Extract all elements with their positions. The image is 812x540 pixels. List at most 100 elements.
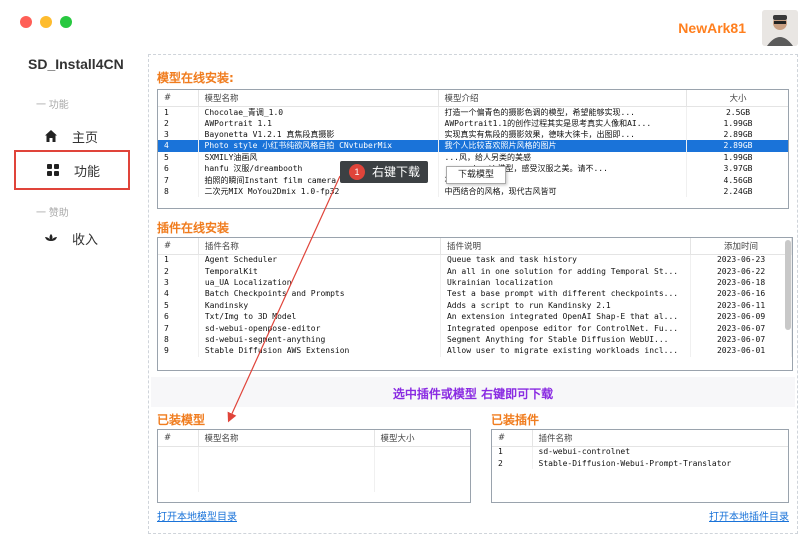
installed-plugins-title: 已装插件 [491,413,540,427]
table-cell: Adds a script to run Kandinsky 2.1 [440,299,692,311]
sidebar-item-label: 收入 [72,231,99,247]
table-row[interactable]: 2 Stable-Diffusion-Webui-Prompt-Translato… [492,457,788,469]
column-header[interactable]: 插件名称 [198,238,441,255]
table-row[interactable]: 1 Chocolae_青调_1.0 打造一个偏青色的摄影色调的模型，希望能够实现..… [158,106,788,118]
table-cell: 2023-06-07 [690,322,792,334]
plugin-online-rows: 1 Agent Scheduler Queue task and task hist… [158,254,792,357]
table-cell: 2.89GB [686,140,788,152]
table-cell: Kandinsky [198,299,441,311]
table-row[interactable]: 8 sd-webui-segment-anything Segment Anythi… [158,333,792,346]
table-cell: 1 [158,106,199,118]
table-cell: 1.99GB [686,117,788,129]
column-header[interactable]: 模型大小 [374,430,470,447]
main-panel: 模型在线安装: # 模型名称 模型介绍 大小 1 Chocolae_青调_1.0 打… [148,54,798,534]
model-online-table[interactable]: # 模型名称 模型介绍 大小 1 Chocolae_青调_1.0 打造一个偏青色的摄… [157,89,789,209]
download-model-menu-item[interactable]: 下载模型 [446,166,506,184]
table-cell: Stable-Diffusion-Webui-Prompt-Translator [532,457,788,469]
table-cell: 我个人比较喜欢照片风格的图片 [438,140,687,152]
table-cell: 5 [158,151,199,164]
close-window-button[interactable] [20,16,32,28]
column-header[interactable]: 插件名称 [532,430,788,447]
table-cell: 中西结合的风格，现代古风皆可 [438,185,687,198]
table-row[interactable]: 5 Kandinsky Adds a script to run Kandinsky… [158,299,792,311]
table-cell: 4.56GB [686,174,788,186]
table-row[interactable]: 9 Stable Diffusion AWS Extension Allow use… [158,345,792,357]
installed-plugins-table[interactable]: # 插件名称 1 sd-webui-controlnet 2 Stable-Diffu… [491,429,789,503]
table-cell: 4 [158,288,199,300]
table-cell: AWPortrait 1.1 [198,117,439,129]
table-cell: 2 [492,457,533,469]
table-cell: 2.89GB [686,128,788,141]
table-row[interactable]: 8 二次元MIX MoYou2Dmix 1.0-fp32 中西结合的风格，现代古风皆… [158,185,788,198]
column-header[interactable]: 插件说明 [440,238,692,255]
table-row[interactable]: 3 ua_UA Localization Ukrainian localizatio… [158,276,792,289]
column-header[interactable]: 模型名称 [198,90,439,107]
sidebar-item-features[interactable]: 功能 [14,150,130,190]
column-header[interactable]: # [158,90,199,107]
column-header[interactable]: # [158,430,199,447]
table-cell: Queue task and task history [440,254,692,266]
table-cell: 2 [158,117,199,129]
installed-models-title: 已装模型 [157,413,206,427]
table-row[interactable]: 5 SXMILY油画风 ...风，给人另类的美感 1.99GB [158,151,788,164]
avatar[interactable] [762,10,798,46]
table-cell: 2023-06-11 [690,299,792,311]
table-cell: An all in one solution for adding Tempor… [440,265,692,277]
window-controls [20,16,72,28]
table-row[interactable]: 2 AWPortrait 1.1 AWPortrait1.1的创作过程其实是思考真实… [158,117,788,129]
column-header[interactable]: # [492,430,533,447]
table-row[interactable]: 1 sd-webui-controlnet [492,446,788,458]
table-row[interactable]: 2 TemporalKit An all in one solution for a… [158,265,792,277]
sidebar-item-income[interactable]: 收入 [14,218,130,258]
table-cell: 1 [158,254,199,266]
table-cell: Chocolae_青调_1.0 [198,106,439,118]
table-row[interactable]: 4 Batch Checkpoints and Prompts Test a bas… [158,288,792,300]
installed-models-table[interactable]: # 模型名称 模型大小 [157,429,471,503]
column-header[interactable]: # [158,238,199,255]
maximize-window-button[interactable] [60,16,72,28]
table-cell: 2023-06-07 [690,333,792,346]
sidebar-section-features: 一 功能 [36,100,69,111]
table-cell: An extension integrated OpenAI Shap-E th… [440,310,692,323]
table-cell: Bayonetta V1.2.1 真焦段真摄影 [198,128,439,141]
table-cell: 6 [158,163,199,175]
table-cell: sd-webui-controlnet [532,446,788,458]
table-cell: 实现真实有焦段的摄影效果，德味大徕卡，出图即... [438,128,687,141]
table-row[interactable]: 7 sd-webui-openpose-editor Integrated open… [158,322,792,334]
table-cell: Batch Checkpoints and Prompts [198,288,441,300]
plugin-online-title: 插件在线安装 [157,221,230,235]
step-badge: 1 [349,164,365,180]
table-cell: 7 [158,322,199,334]
table-cell: 3 [158,128,199,141]
download-hint: 选中插件或模型 右键即可下载 [392,387,554,401]
table-cell: 9 [158,345,199,357]
table-cell: ua_UA Localization [198,276,441,289]
table-cell: 2 [158,265,199,277]
column-header[interactable]: 添加时间 [690,238,792,255]
table-row[interactable]: 1 Agent Scheduler Queue task and task hist… [158,254,792,266]
table-row[interactable]: 4 Photo style 小红书纯欲风格自拍 CNvtuberMix 我个人比较喜… [158,140,788,152]
minimize-window-button[interactable] [40,16,52,28]
grid-icon [47,164,59,176]
table-cell: 2023-06-16 [690,288,792,300]
table-cell: Txt/Img to 3D Model [198,310,441,323]
table-cell: 6 [158,310,199,323]
plugin-online-table[interactable]: # 插件名称 插件说明 添加时间 1 Agent Scheduler Queue t… [157,237,793,371]
table-cell: Ukrainian localization [440,276,692,289]
open-local-models-link[interactable]: 打开本地模型目录 [157,508,237,523]
table-cell: 2.24GB [686,185,788,198]
column-header[interactable]: 模型名称 [198,430,375,447]
table-cell: 5 [158,299,199,311]
open-local-plugins-link[interactable]: 打开本地插件目录 [709,508,789,523]
table-cell: 二次元MIX MoYou2Dmix 1.0-fp32 [198,185,439,198]
column-header[interactable]: 大小 [686,90,788,107]
table-cell: 3.97GB [686,163,788,175]
table-row[interactable]: 3 Bayonetta V1.2.1 真焦段真摄影 实现真实有焦段的摄影效果，德味大… [158,128,788,141]
table-cell: Integrated openpose editor for ControlNe… [440,322,692,334]
column-header[interactable]: 模型介绍 [438,90,687,107]
table-row[interactable]: 6 Txt/Img to 3D Model An extension integra… [158,310,792,323]
table-cell: TemporalKit [198,265,441,277]
table-cell: sd-webui-segment-anything [198,333,441,346]
home-icon [45,130,57,142]
plugin-table-scrollbar[interactable] [785,240,791,330]
